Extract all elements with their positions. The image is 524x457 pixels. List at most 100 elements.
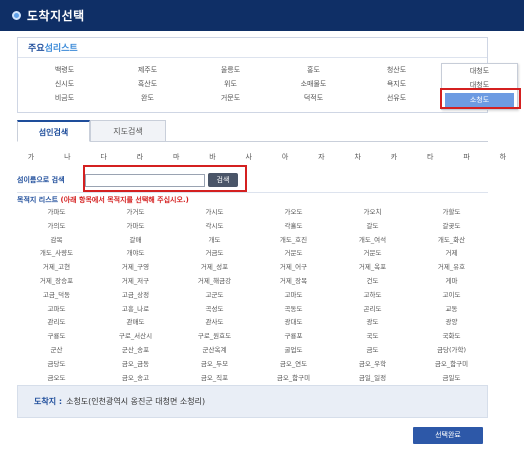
destination-item[interactable]: 금오_송고 [96, 372, 175, 386]
destination-item[interactable]: 개도 [175, 234, 254, 248]
island-item[interactable]: 백령도 [23, 63, 106, 77]
consonant-link[interactable]: 아 [276, 152, 294, 162]
destination-item[interactable]: 고하도 [333, 289, 412, 303]
destination-item[interactable]: 개야도 [96, 247, 175, 261]
destination-item[interactable]: 국도 [333, 330, 412, 344]
destination-item[interactable]: 갈매 [96, 234, 175, 248]
consonant-link[interactable]: 바 [203, 152, 221, 162]
destination-item[interactable]: 각시도 [175, 220, 254, 234]
consonant-link[interactable]: 자 [312, 152, 330, 162]
destination-item[interactable]: 금오도 [17, 372, 96, 386]
destination-item[interactable]: 금오_금동 [96, 358, 175, 372]
island-item[interactable]: 선유도 [355, 91, 438, 105]
destination-item[interactable]: 갈도 [333, 220, 412, 234]
tab-map-search[interactable]: 지도검색 [90, 120, 166, 142]
destination-item[interactable]: 개도_여석 [333, 234, 412, 248]
destination-item[interactable]: 거제_구영 [96, 261, 175, 275]
destination-item[interactable]: 거제_장목 [254, 275, 333, 289]
destination-item[interactable]: 고마도 [254, 289, 333, 303]
consonant-link[interactable]: 다 [95, 152, 113, 162]
destination-item[interactable]: 구로_서산시 [96, 330, 175, 344]
destination-item[interactable]: 금도 [333, 344, 412, 358]
consonant-link[interactable]: 파 [458, 152, 476, 162]
destination-item[interactable]: 광양 [412, 316, 491, 330]
consonant-link[interactable]: 마 [167, 152, 185, 162]
destination-item[interactable]: 금당도 [17, 358, 96, 372]
destination-item[interactable]: 금오_함구미 [412, 358, 491, 372]
destination-item[interactable]: 고금_덕동 [17, 289, 96, 303]
destination-item[interactable]: 거문도 [333, 247, 412, 261]
destination-item[interactable]: 굴업도 [254, 344, 333, 358]
destination-item[interactable]: 가의도 [17, 220, 96, 234]
consonant-link[interactable]: 사 [240, 152, 258, 162]
destination-item[interactable]: 구로_원효도 [175, 330, 254, 344]
destination-item[interactable]: 개도_화산 [412, 234, 491, 248]
island-item[interactable]: 신시도 [23, 77, 106, 91]
destination-item[interactable]: 거제_유호 [412, 261, 491, 275]
destination-item[interactable]: 교동 [412, 303, 491, 317]
destination-item[interactable]: 거제_옥포 [333, 261, 412, 275]
destination-item[interactable]: 곡동도 [254, 303, 333, 317]
destination-item[interactable]: 금오_두모 [175, 358, 254, 372]
consonant-link[interactable]: 카 [385, 152, 403, 162]
destination-item[interactable]: 광도 [333, 316, 412, 330]
island-item[interactable]: 제주도 [106, 63, 189, 77]
destination-item[interactable]: 가마도 [96, 220, 175, 234]
destination-item[interactable]: 가시도 [175, 206, 254, 220]
destination-item[interactable]: 구룡포 [254, 330, 333, 344]
destination-item[interactable]: 거금도 [175, 247, 254, 261]
destination-item[interactable]: 거제_저구 [96, 275, 175, 289]
island-item[interactable]: 홍도 [272, 63, 355, 77]
destination-item[interactable]: 가파도 [17, 206, 96, 220]
island-item[interactable]: 욕지도 [355, 77, 438, 91]
destination-item[interactable]: 광대도 [254, 316, 333, 330]
destination-item[interactable]: 게마 [412, 275, 491, 289]
destination-item[interactable]: 금오_우학 [333, 358, 412, 372]
island-item[interactable]: 거문도 [189, 91, 272, 105]
consonant-link[interactable]: 차 [349, 152, 367, 162]
island-item[interactable]: 비금도 [23, 91, 106, 105]
destination-item[interactable]: 개도_사량도 [17, 247, 96, 261]
island-item[interactable]: 청산도 [355, 63, 438, 77]
consonant-link[interactable]: 라 [131, 152, 149, 162]
destination-item[interactable]: 가거도 [96, 206, 175, 220]
destination-item[interactable]: 가할도 [412, 206, 491, 220]
destination-item[interactable]: 고파도 [17, 303, 96, 317]
destination-item[interactable]: 감목 [17, 234, 96, 248]
destination-item[interactable]: 곡성도 [175, 303, 254, 317]
destination-item[interactable]: 관리도 [17, 316, 96, 330]
island-item[interactable]: 울릉도 [189, 63, 272, 77]
destination-item[interactable]: 각흘도 [254, 220, 333, 234]
destination-item[interactable]: 금오_직포 [175, 372, 254, 386]
confirm-selection-button[interactable]: 선택완료 [413, 427, 483, 444]
destination-item[interactable]: 금오_함구미 [254, 372, 333, 386]
destination-item[interactable]: 개도_호진 [254, 234, 333, 248]
destination-item[interactable]: 구룡도 [17, 330, 96, 344]
destination-item[interactable]: 고군도 [175, 289, 254, 303]
destination-item[interactable]: 건도 [333, 275, 412, 289]
destination-item[interactable]: 관사도 [175, 316, 254, 330]
destination-item[interactable]: 금일_일정 [333, 372, 412, 386]
island-item[interactable]: 흑산도 [106, 77, 189, 91]
destination-item[interactable]: 군산옥계 [175, 344, 254, 358]
island-item[interactable]: 완도 [106, 91, 189, 105]
destination-item[interactable]: 고이도 [412, 289, 491, 303]
island-item[interactable]: 소매물도 [272, 77, 355, 91]
destination-item[interactable]: 거제_장승포 [17, 275, 96, 289]
consonant-link[interactable]: 타 [421, 152, 439, 162]
destination-item[interactable]: 거제 [412, 247, 491, 261]
destination-item[interactable]: 군산_송포 [96, 344, 175, 358]
destination-item[interactable]: 거제_성포 [175, 261, 254, 275]
island-item[interactable]: 위도 [189, 77, 272, 91]
consonant-link[interactable]: 하 [494, 152, 512, 162]
destination-item[interactable]: 곤리도 [333, 303, 412, 317]
destination-item[interactable]: 금오_연도 [254, 358, 333, 372]
destination-item[interactable]: 금당(가학) [412, 344, 491, 358]
consonant-link[interactable]: 가 [22, 152, 40, 162]
consonant-link[interactable]: 나 [58, 152, 76, 162]
island-item[interactable]: 덕적도 [272, 91, 355, 105]
destination-item[interactable]: 고금_상정 [96, 289, 175, 303]
destination-item[interactable]: 금일도 [412, 372, 491, 386]
destination-item[interactable]: 고흥_나로 [96, 303, 175, 317]
destination-item[interactable]: 거문도 [254, 247, 333, 261]
